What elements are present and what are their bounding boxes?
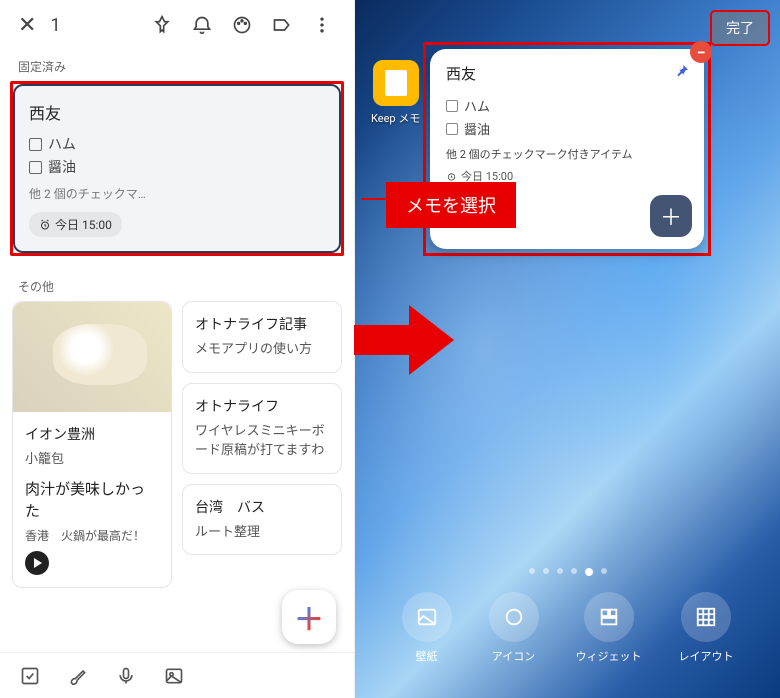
- reminder-chip: 今日 15:00: [29, 212, 122, 237]
- note-title: 台湾 バス: [195, 497, 329, 517]
- close-icon[interactable]: ✕: [14, 9, 40, 42]
- dock-label: アイコン: [492, 650, 535, 663]
- label-icon[interactable]: [264, 7, 300, 43]
- note-body: ルート整理: [195, 523, 329, 543]
- checklist-item: ハム: [29, 134, 325, 154]
- note-card[interactable]: 台湾 バス ルート整理: [182, 484, 342, 556]
- layout-icon: [695, 606, 717, 628]
- checklist-icon[interactable]: [20, 666, 40, 686]
- checkbox-icon: [29, 161, 42, 174]
- keep-app-icon: [373, 60, 419, 106]
- note-card[interactable]: イオン豊洲 小籠包 肉汁が美味しかった 香港 火鍋が最高だ！: [12, 301, 172, 588]
- checkbox-icon: [446, 123, 458, 135]
- note-body: 肉汁が美味しかった: [25, 478, 159, 523]
- mic-icon[interactable]: [116, 666, 136, 686]
- widget-title: 西友: [446, 63, 688, 84]
- dock-label: 壁紙: [416, 650, 438, 663]
- image-icon[interactable]: [164, 666, 184, 686]
- checklist-item: 醤油: [446, 119, 688, 138]
- plus-icon: ＋: [294, 595, 324, 639]
- notes-grid: イオン豊洲 小籠包 肉汁が美味しかった 香港 火鍋が最高だ！ オトナライフ記事 …: [0, 301, 354, 588]
- remove-widget-icon[interactable]: −: [690, 41, 712, 63]
- arrow-annotation: [354, 300, 454, 380]
- more-icon[interactable]: [304, 7, 340, 43]
- checkbox-icon: [446, 100, 458, 112]
- others-section-label: その他: [0, 270, 354, 301]
- note-image: [13, 302, 171, 412]
- add-note-button[interactable]: ＋: [650, 195, 692, 237]
- keep-app-shortcut[interactable]: Keep メモ: [371, 60, 420, 126]
- brush-icon[interactable]: [68, 666, 88, 686]
- note-body: 小籠包: [25, 450, 159, 470]
- note-title: オトナライフ記事: [195, 314, 329, 334]
- note-card-selected[interactable]: 西友 ハム 醤油 他 2 個のチェックマ… 今日 15:00: [13, 84, 341, 253]
- play-icon[interactable]: [25, 551, 49, 575]
- page-indicator: [355, 568, 780, 576]
- bottom-toolbar: [0, 652, 354, 698]
- selection-toolbar: ✕ 1: [0, 0, 354, 50]
- annotation-select-memo: メモを選択: [386, 182, 516, 228]
- pin-icon[interactable]: [144, 7, 180, 43]
- widget-icon: [598, 606, 620, 628]
- note-card[interactable]: オトナライフ ワイヤレスミニキーボード原稿が打てますわ: [182, 383, 342, 474]
- note-body: メモアプリの使い方: [195, 340, 329, 360]
- reminder-icon[interactable]: [184, 7, 220, 43]
- app-label: Keep メモ: [371, 110, 420, 126]
- customize-dock: 壁紙 アイコン ウィジェット レイアウト: [355, 592, 780, 664]
- pinned-section-label: 固定済み: [0, 50, 354, 81]
- done-button[interactable]: 完了: [710, 10, 770, 46]
- note-more-items: 他 2 個のチェックマ…: [29, 185, 325, 202]
- note-body: ワイヤレスミニキーボード原稿が打てますわ: [195, 422, 329, 461]
- keep-selection-screen: ✕ 1 固定済み 西友 ハム 醤油 他 2 個のチェックマ… 今日 15:00 …: [0, 0, 355, 698]
- pin-icon: [674, 63, 690, 79]
- checklist-item: ハム: [446, 96, 688, 115]
- dock-label: ウィジェット: [576, 650, 642, 663]
- note-body: 香港 火鍋が最高だ！: [25, 527, 159, 545]
- alarm-icon: [39, 219, 51, 231]
- note-title: オトナライフ: [195, 396, 329, 416]
- dock-icon[interactable]: アイコン: [489, 592, 539, 664]
- selection-count: 1: [50, 15, 60, 36]
- note-card[interactable]: オトナライフ記事 メモアプリの使い方: [182, 301, 342, 373]
- new-note-fab[interactable]: ＋: [282, 590, 336, 644]
- icon-icon: [503, 606, 525, 628]
- dock-widget[interactable]: ウィジェット: [576, 592, 642, 664]
- dock-label: レイアウト: [679, 650, 734, 663]
- dock-wallpaper[interactable]: 壁紙: [402, 592, 452, 664]
- alarm-icon: [446, 171, 457, 182]
- palette-icon[interactable]: [224, 7, 260, 43]
- checkbox-icon: [29, 138, 42, 151]
- dock-layout[interactable]: レイアウト: [679, 592, 734, 664]
- note-title: イオン豊洲: [25, 424, 159, 444]
- widget-more-items: 他 2 個のチェックマーク付きアイテム: [446, 146, 688, 162]
- note-title: 西友: [29, 100, 325, 124]
- wallpaper-icon: [416, 606, 438, 628]
- checklist-item: 醤油: [29, 157, 325, 177]
